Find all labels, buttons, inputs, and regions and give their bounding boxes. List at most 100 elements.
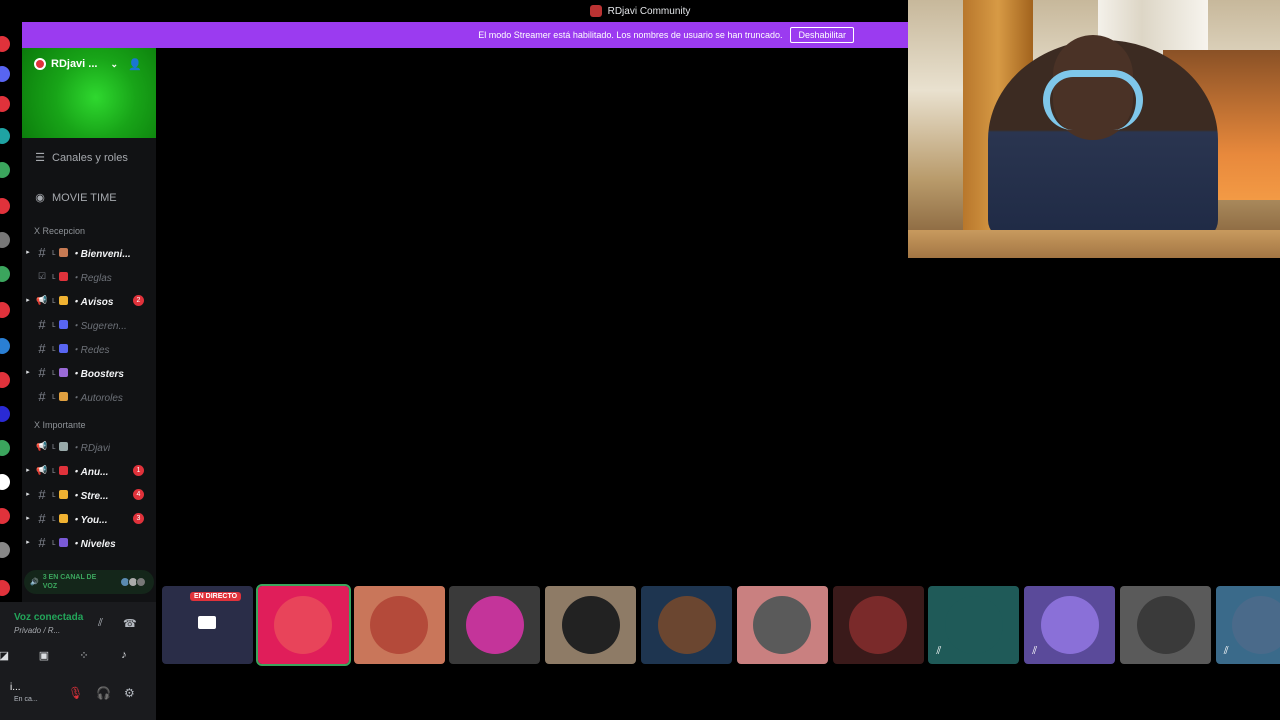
hash-icon: #	[38, 534, 46, 550]
muted-icon: ⫽	[936, 645, 942, 657]
channel-item[interactable]: ▸ # ʟ ・Niveles	[22, 532, 156, 552]
chevron-right-icon[interactable]: ▸	[22, 466, 34, 474]
avatar	[465, 596, 524, 654]
channel-item[interactable]: 📢 ʟ ・RDjavi	[22, 436, 156, 456]
settings-gear-icon[interactable]: ⚙	[124, 686, 135, 700]
live-badge: EN DIRECTO	[190, 592, 242, 601]
hash-icon: #	[38, 316, 46, 332]
server-icon[interactable]	[0, 96, 10, 112]
participant-tile[interactable]	[641, 586, 732, 664]
server-icon[interactable]	[0, 162, 10, 178]
rules-icon: ☑	[37, 270, 47, 281]
participant-tile[interactable]	[545, 586, 637, 664]
hash-icon: #	[38, 340, 46, 356]
channel-label: ・Anu...	[70, 466, 109, 478]
streamer-mode-banner: El modo Streamer está habilitado. Los no…	[22, 22, 908, 48]
server-icon[interactable]	[0, 580, 10, 596]
server-icon[interactable]	[0, 266, 10, 282]
channel-label: ・Sugeren...	[70, 320, 127, 332]
server-icon[interactable]	[0, 36, 10, 52]
headphones-icon[interactable]: 🎧	[96, 686, 111, 700]
participant-tile[interactable]	[353, 586, 445, 664]
server-icon[interactable]	[0, 338, 10, 354]
participant-tile[interactable]	[255, 584, 351, 666]
server-icon[interactable]	[0, 508, 10, 524]
participant-tile[interactable]	[736, 586, 828, 664]
user-status: En ca...	[14, 696, 38, 703]
muted-icon: ⫽	[1032, 645, 1038, 657]
disable-streamer-button[interactable]: Deshabilitar	[790, 27, 854, 43]
avatar	[753, 596, 812, 654]
channel-item[interactable]: ▸ 📢 ʟ ・Avisos 2	[22, 290, 156, 310]
participant-tile[interactable]: ⫽	[928, 586, 1020, 664]
server-icon[interactable]	[0, 372, 10, 388]
server-icon[interactable]	[0, 232, 10, 248]
invite-people-icon[interactable]: 👤	[128, 58, 142, 71]
channel-item[interactable]: # ʟ ・Autoroles	[22, 386, 156, 406]
noise-suppression-icon[interactable]: ⫽	[98, 617, 103, 630]
thread-prefix: ʟ	[52, 391, 56, 401]
server-icon[interactable]	[0, 128, 10, 144]
participant-tile[interactable]: ⫽	[1024, 586, 1116, 664]
category-importante[interactable]: X Importante	[34, 420, 86, 430]
channel-item[interactable]: # ʟ ・Sugeren...	[22, 314, 156, 334]
microphone-muted-icon[interactable]: 🎙	[68, 686, 83, 700]
server-icon[interactable]	[0, 542, 10, 558]
category-recepcion[interactable]: X Recepcion	[34, 226, 85, 236]
chevron-right-icon[interactable]: ▸	[22, 538, 34, 546]
chevron-down-icon[interactable]: ⌄	[110, 59, 118, 70]
participant-tile[interactable]: EN DIRECTO	[162, 586, 253, 664]
participant-tile[interactable]	[1120, 586, 1211, 664]
server-icon[interactable]	[0, 474, 10, 490]
nav-channels-roles[interactable]: ☰ Canales y roles	[34, 152, 128, 164]
chevron-right-icon[interactable]: ▸	[22, 368, 34, 376]
username[interactable]: i...	[10, 682, 21, 693]
server-icon[interactable]	[0, 406, 10, 422]
channel-item[interactable]: # ʟ ・Redes	[22, 338, 156, 358]
nav-event[interactable]: ◉ MOVIE TIME	[34, 192, 116, 204]
megaphone-icon: 📢	[36, 294, 48, 305]
thread-prefix: ʟ	[52, 343, 56, 353]
participant-tile[interactable]	[449, 586, 541, 664]
channel-emoji-icon	[58, 513, 68, 523]
avatar	[1232, 596, 1280, 654]
server-header[interactable]: RDjavi ... ⌄ 👤	[22, 48, 156, 138]
speaker-icon: 🔊	[30, 579, 39, 586]
channel-emoji-icon	[58, 537, 68, 547]
channel-emoji-icon	[58, 367, 68, 377]
channel-item[interactable]: ▸ # ʟ ・Bienveni...	[22, 242, 156, 262]
channel-item[interactable]: ▸ # ʟ ・Stre... 4	[22, 484, 156, 504]
chevron-right-icon[interactable]: ▸	[22, 514, 34, 522]
chevron-right-icon[interactable]: ▸	[22, 248, 34, 256]
channel-item[interactable]: ▸ # ʟ ・Boosters	[22, 362, 156, 382]
avatar	[370, 596, 429, 654]
server-icon[interactable]	[0, 302, 10, 318]
voice-status[interactable]: Voz conectada	[14, 612, 83, 623]
video-off-icon[interactable]: ◪	[0, 646, 16, 664]
disconnect-icon[interactable]: ☎	[123, 617, 137, 630]
thread-prefix: ʟ	[52, 367, 56, 377]
participant-tile[interactable]	[832, 586, 924, 664]
channel-item[interactable]: ▸ 📢 ʟ ・Anu... 1	[22, 460, 156, 480]
channel-item[interactable]: ▸ # ʟ ・You... 3	[22, 508, 156, 528]
voice-channel-pill[interactable]: 🔊 3 EN CANAL DE VOZ	[24, 570, 154, 594]
chevron-right-icon[interactable]: ▸	[22, 296, 34, 304]
hash-icon: #	[38, 388, 46, 404]
hash-icon: #	[38, 510, 46, 526]
activities-icon[interactable]: ⁘	[72, 646, 96, 664]
channel-emoji-icon	[58, 489, 68, 499]
participant-tiles: EN DIRECTO ⫽ ⫽ ⫽	[162, 584, 1280, 666]
mention-badge: 1	[133, 464, 144, 476]
server-icon[interactable]	[0, 66, 10, 82]
channel-item[interactable]: ☑ ʟ ・Reglas	[22, 266, 156, 286]
avatar	[849, 596, 908, 654]
voice-detail: Privado / R...	[14, 626, 61, 635]
screen-share-icon[interactable]: ▣	[32, 646, 56, 664]
voice-pill-label: 3 EN CANAL DE VOZ	[42, 574, 97, 590]
soundboard-icon[interactable]: ♪	[112, 646, 136, 664]
server-icon[interactable]	[0, 440, 10, 456]
server-icon[interactable]	[0, 198, 10, 214]
channel-label: ・Redes	[70, 344, 110, 356]
chevron-right-icon[interactable]: ▸	[22, 490, 34, 498]
participant-tile[interactable]: ⫽	[1215, 586, 1280, 664]
